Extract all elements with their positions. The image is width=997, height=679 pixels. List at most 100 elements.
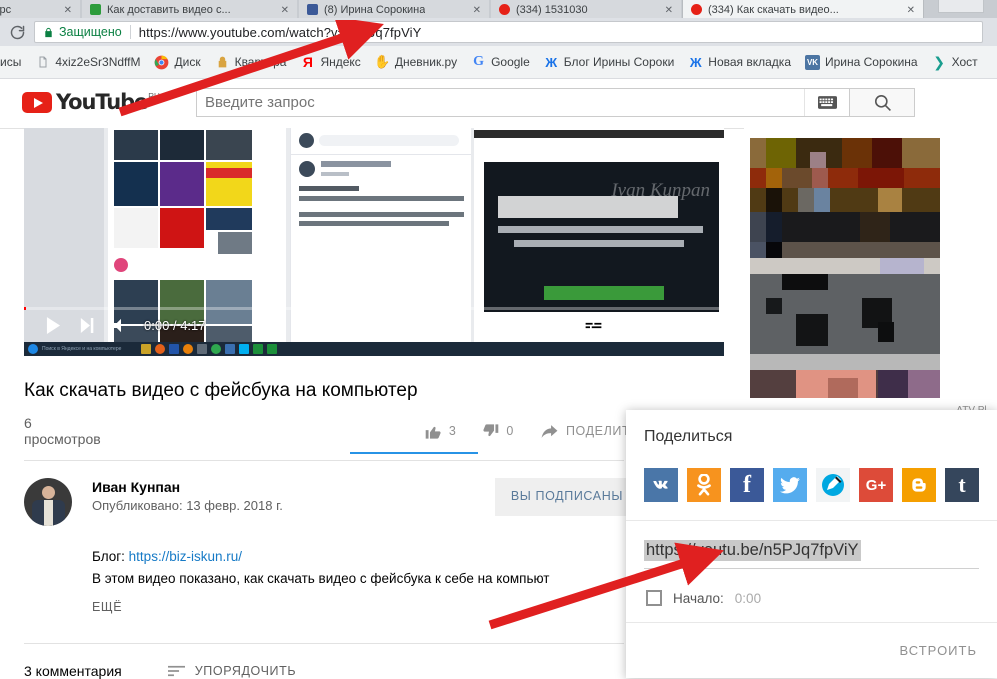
close-icon[interactable]: ✕ [281, 5, 289, 16]
bookmark-label: Квартира [234, 55, 287, 69]
browser-tab[interactable]: Как доставить видео с... ✕ [82, 0, 297, 18]
start-time-row[interactable]: Начало: 0:00 [646, 590, 761, 606]
reload-icon[interactable] [0, 18, 34, 46]
google-plus-share-button[interactable]: G+ [859, 468, 893, 502]
search-box[interactable] [196, 88, 850, 117]
comment-count: 3 комментария [24, 663, 122, 679]
bookmark-item[interactable]: 4xiz2eSr3NdffM [28, 50, 147, 74]
facebook-share-button[interactable]: f [730, 468, 764, 502]
blogger-share-button[interactable] [902, 468, 936, 502]
browser-tab-active[interactable]: (334) Как скачать видео... ✕ [683, 0, 923, 18]
tumblr-share-button[interactable]: t [945, 468, 979, 502]
search-button[interactable] [850, 88, 915, 117]
bookmark-item[interactable]: Я Яндекс [293, 50, 367, 74]
like-button[interactable]: 3 [425, 423, 457, 440]
sort-label: УПОРЯДОЧИТЬ [194, 664, 297, 678]
player-controls: 0:00 / 4:17 [24, 308, 724, 342]
bookmark-item[interactable]: Диск [147, 50, 207, 74]
view-count: 6 просмотров [24, 415, 101, 447]
share-arrow-icon [541, 424, 558, 438]
tab-favicon [691, 4, 702, 15]
new-tab-button[interactable] [939, 0, 983, 12]
bookmark-label: Дневник.ру [394, 55, 458, 69]
lock-bookmark-icon [215, 55, 230, 70]
show-more-button[interactable]: ЕЩЁ [92, 600, 122, 614]
tab-label: (8) Ирина Сорокина [324, 4, 426, 16]
close-icon[interactable]: ✕ [473, 5, 481, 16]
bookmark-folder-icon: Ж [689, 54, 702, 70]
avatar[interactable] [24, 478, 72, 526]
video-meta-row: 6 просмотров 3 0 ПОДЕЛИТЬСЯ [24, 415, 684, 447]
bookmark-folder-icon: Ж [545, 54, 558, 70]
thumbs-down-icon [483, 423, 499, 436]
embed-button[interactable]: ВСТРОИТЬ [900, 643, 977, 658]
bookmark-item[interactable]: VK Ирина Сорокина [798, 50, 925, 74]
bookmark-item[interactable]: Квартира [208, 50, 294, 74]
share-url-text[interactable]: https://youtu.be/n5PJq7fpViY [644, 540, 861, 561]
bookmark-item[interactable]: Ж Новая вкладка [681, 50, 798, 74]
comments-header: 3 комментария УПОРЯДОЧИТЬ [24, 663, 296, 679]
time-display: 0:00 / 4:17 [144, 318, 206, 333]
address-bar[interactable]: Защищено https://www.youtube.com/watch?v… [34, 21, 983, 43]
ok-icon [697, 474, 711, 496]
start-time-checkbox[interactable] [646, 590, 662, 606]
bookmark-item[interactable]: Ж Блог Ирины Сороки [537, 50, 682, 74]
close-icon[interactable]: ✕ [64, 5, 72, 16]
omnibox-row: Защищено https://www.youtube.com/watch?v… [0, 18, 997, 46]
recommended-videos-sidebar[interactable]: ATV Pl... [744, 128, 997, 418]
share-dialog-title: Поделиться [644, 428, 733, 445]
bookmark-item[interactable]: исы [0, 50, 28, 74]
play-icon[interactable] [36, 308, 70, 342]
vk-share-button[interactable] [644, 468, 678, 502]
subtitles-icon[interactable] [576, 308, 610, 342]
google-icon: G [473, 54, 485, 69]
dnevnik-icon: ✋ [374, 54, 391, 69]
share-dialog[interactable]: Поделиться f G+ t https://youtu.be/n5PJq… [626, 410, 997, 678]
bookmarks-bar: исы 4xiz2eSr3NdffM Диск Квартира Я Яндек… [0, 46, 997, 79]
browser-tab[interactable]: ...урс ✕ [0, 0, 80, 18]
close-icon[interactable]: ✕ [907, 5, 915, 16]
bookmark-label: 4xiz2eSr3NdffM [55, 55, 141, 69]
bookmark-label: Диск [174, 55, 201, 69]
youtube-logo[interactable]: YouTube RU [22, 92, 160, 113]
share-url-field[interactable]: https://youtu.be/n5PJq7fpViY [644, 540, 979, 569]
fullscreen-icon[interactable] [678, 308, 712, 342]
channel-name[interactable]: Иван Кунпан [92, 478, 283, 496]
youtube-wordmark: YouTube [56, 90, 148, 114]
next-track-icon[interactable] [70, 308, 104, 342]
meta-divider [24, 460, 624, 461]
browser-tabstrip: ...урс ✕ Как доставить видео с... ✕ (8) … [0, 0, 997, 18]
time-separator: / [172, 317, 177, 333]
tab-label: ...урс [0, 4, 12, 16]
tab-favicon [90, 4, 101, 15]
keyboard-icon[interactable] [804, 89, 849, 116]
publish-date: Опубликовано: 13 февр. 2018 г. [92, 498, 283, 513]
start-time-label: Начало: [673, 590, 724, 606]
livejournal-share-button[interactable] [816, 468, 850, 502]
social-share-row: f G+ t [644, 468, 979, 502]
browser-tab[interactable]: (334) 1531030 ✕ [491, 0, 681, 18]
bookmark-label: Google [491, 55, 530, 69]
recommended-video-thumbnail[interactable] [750, 138, 940, 398]
volume-icon[interactable] [104, 308, 138, 342]
bookmark-item[interactable]: ❯ Хост [925, 50, 985, 74]
video-duration: 4:17 [180, 317, 206, 333]
sort-comments-button[interactable]: УПОРЯДОЧИТЬ [167, 664, 297, 678]
bookmark-label: Хост [951, 55, 978, 69]
odnoklassniki-share-button[interactable] [687, 468, 721, 502]
bookmark-item[interactable]: ✋ Дневник.ру [368, 50, 464, 74]
video-player[interactable]: Ivan Kunpan 0:00 / 4:17 Поиск в Яндексе … [24, 128, 724, 356]
description-link[interactable]: https://biz-iskun.ru/ [129, 549, 242, 564]
subscribe-button[interactable]: ВЫ ПОДПИСАНЫ [494, 478, 639, 516]
twitter-share-button[interactable] [773, 468, 807, 502]
player-controls-right [576, 308, 712, 342]
search-input[interactable] [197, 94, 804, 111]
close-icon[interactable]: ✕ [665, 5, 673, 16]
bookmark-item[interactable]: G Google [464, 50, 537, 74]
gear-icon[interactable] [610, 308, 644, 342]
sort-icon [167, 665, 185, 677]
theater-mode-icon[interactable] [644, 308, 678, 342]
browser-tab[interactable]: (8) Ирина Сорокина ✕ [299, 0, 489, 18]
start-time-value[interactable]: 0:00 [735, 591, 761, 606]
dislike-button[interactable]: 0 [482, 423, 514, 440]
